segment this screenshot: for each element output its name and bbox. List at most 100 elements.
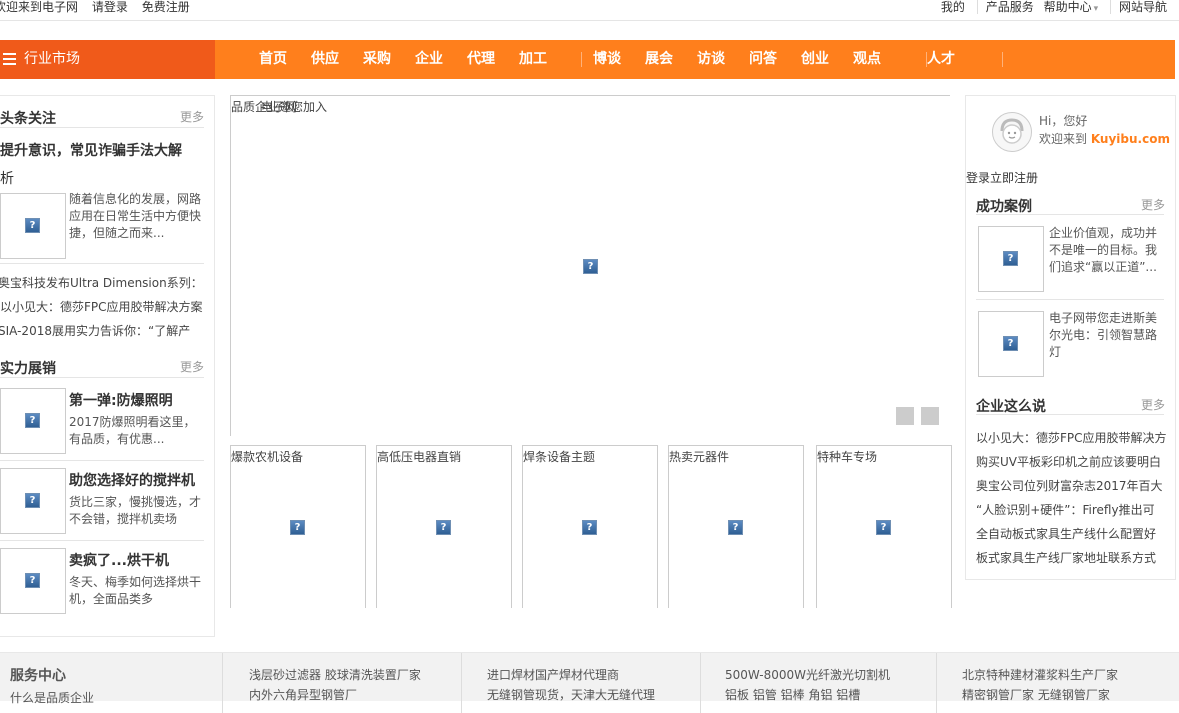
headline-line[interactable]: SIA-2018展用实力告诉你：“了解产 bbox=[0, 322, 190, 339]
welcome-text: 欢迎来到电子网 bbox=[0, 0, 79, 14]
footer-link[interactable]: 精密钢管厂家 无缝钢管厂家 bbox=[962, 685, 1179, 705]
topic-card-title: 高低压电器直销 bbox=[377, 450, 462, 464]
login-link[interactable]: 请登录 bbox=[92, 0, 128, 14]
promo-item-desc: 冬天、梅季如何选择烘干机，全面品类多 bbox=[69, 575, 202, 606]
nav-divider bbox=[1002, 52, 1003, 67]
menu-icon bbox=[3, 53, 16, 65]
topic-card[interactable]: 热卖元器件 ? bbox=[668, 445, 804, 608]
divider bbox=[976, 414, 1164, 415]
products-link[interactable]: 产品服务 bbox=[976, 0, 1034, 14]
headline-more-link[interactable]: 更多 bbox=[180, 108, 204, 125]
chevron-down-icon: ▾ bbox=[1093, 4, 1099, 14]
nav-item-purchase[interactable]: 采购 bbox=[363, 40, 391, 79]
category-menu[interactable]: 行业市场 bbox=[0, 40, 215, 79]
topic-card-title: 特种车专场 bbox=[817, 450, 878, 464]
nav-item-home[interactable]: 首页 bbox=[259, 40, 287, 79]
footer-link[interactable]: 内外六角异型钢管厂 bbox=[249, 685, 487, 705]
talk-line[interactable]: 板式家具生产线厂家地址联系方式 bbox=[976, 549, 1156, 566]
service-title: 服务中心 bbox=[10, 668, 66, 684]
help-label: 帮助中心 bbox=[1043, 0, 1092, 14]
main-nav: 行业市场 首页 供应 采购 企业 代理 加工 博谈 展会 访谈 问答 创业 观点 人才 bbox=[0, 40, 1175, 79]
nav-item-process[interactable]: 加工 bbox=[519, 40, 547, 79]
talk-line[interactable]: 购买UV平板彩印机之前应该要明白 bbox=[976, 453, 1161, 470]
footer-link[interactable]: 500W-8000W光纤激光切割机 bbox=[725, 665, 935, 685]
footer-link[interactable]: 无缝钢管现货，天津大无缝代理 bbox=[487, 685, 725, 705]
nav-item-blog[interactable]: 博谈 bbox=[593, 40, 621, 79]
topic-card[interactable]: 特种车专场 ? bbox=[816, 445, 952, 608]
cases-more-link[interactable]: 更多 bbox=[1141, 196, 1165, 213]
promo-item-title[interactable]: 卖疯了...烘干机 bbox=[69, 550, 169, 570]
topic-card[interactable]: 高低压电器直销 ? bbox=[376, 445, 512, 608]
slider-prev-button[interactable] bbox=[896, 407, 914, 425]
promo-title: 实力展销 bbox=[0, 361, 56, 377]
footer-link[interactable]: 铝板 铝管 铝棒 角铝 铝槽 bbox=[725, 685, 935, 705]
footer-link[interactable]: 浅层砂过滤器 胶球清洗装置厂家 bbox=[249, 665, 487, 685]
footer-link-column: 浅层砂过滤器 胶球清洗装置厂家 内外六角异型钢管厂 bbox=[222, 653, 487, 713]
nav-item-agent[interactable]: 代理 bbox=[467, 40, 495, 79]
help-menu[interactable]: 帮助中心 ▾ bbox=[1044, 0, 1099, 14]
broken-image-icon: ? bbox=[25, 573, 40, 588]
footer-link[interactable]: 北京特种建材灌浆料生产厂家 bbox=[962, 665, 1179, 685]
broken-image-icon: ? bbox=[1003, 336, 1018, 351]
mine-link[interactable]: 我的 bbox=[941, 0, 965, 14]
case-desc[interactable]: 电子网带您走进斯美尔光电：引领智慧路灯 bbox=[1049, 310, 1165, 361]
nav-item-company[interactable]: 企业 bbox=[415, 40, 443, 79]
topic-card[interactable]: 焊条设备主题 ? bbox=[522, 445, 658, 608]
headline-lead-title[interactable]: 提升意识，常见诈骗手法大解 bbox=[0, 140, 182, 160]
nav-divider bbox=[926, 52, 927, 67]
talk-more-link[interactable]: 更多 bbox=[1141, 396, 1165, 413]
broken-image-icon: ? bbox=[25, 218, 40, 233]
promo-item-desc: 货比三家，慢挑慢选，才不会错，搅拌机卖场 bbox=[69, 495, 202, 526]
divider bbox=[0, 540, 204, 541]
talk-title: 企业这么说 bbox=[976, 399, 1046, 415]
footer-link-column: 500W-8000W光纤激光切割机 铝板 铝管 铝棒 角铝 铝槽 bbox=[700, 653, 935, 713]
promo-item-title[interactable]: 助您选择好的搅拌机 bbox=[69, 470, 195, 490]
service-sub-link[interactable]: 什么是品质企业 bbox=[10, 689, 94, 706]
talk-line[interactable]: 全自动板式家具生产线什么配置好 bbox=[976, 525, 1156, 542]
promo-thumbnail[interactable]: ? bbox=[0, 468, 66, 534]
topic-card-title: 热卖元器件 bbox=[669, 450, 730, 464]
promo-thumbnail[interactable]: ? bbox=[0, 548, 66, 614]
broken-image-icon: ? bbox=[25, 493, 40, 508]
divider bbox=[0, 127, 204, 128]
headline-lead-desc: 随着信息化的发展，网路应用在日常生活中方便快捷，但随之而来... bbox=[69, 192, 202, 240]
nav-item-talent[interactable]: 人才 bbox=[927, 40, 955, 79]
nav-item-expo[interactable]: 展会 bbox=[645, 40, 673, 79]
nav-item-opinion[interactable]: 观点 bbox=[853, 40, 881, 79]
promo-thumbnail[interactable]: ? bbox=[0, 388, 66, 454]
broken-image-icon: ? bbox=[1003, 251, 1018, 266]
headline-line[interactable]: 奥宝科技发布Ultra Dimension系列： bbox=[0, 274, 203, 291]
nav-item-interview[interactable]: 访谈 bbox=[697, 40, 725, 79]
register-link[interactable]: 免费注册 bbox=[142, 0, 190, 14]
banner-slider[interactable]: 品质企业邀您加入 电子网 ? bbox=[230, 95, 950, 436]
user-face-icon bbox=[1000, 118, 1024, 144]
divider bbox=[0, 377, 204, 378]
talk-line[interactable]: 奥宝公司位列财富杂志2017年百大 bbox=[976, 477, 1163, 494]
headline-lead-title-cont[interactable]: 析 bbox=[0, 168, 14, 188]
top-bar: 欢迎来到电子网 请登录 免费注册 我的 产品服务 帮助中心 ▾ 网站导航 bbox=[0, 0, 1179, 21]
greeting-text: Hi，您好 bbox=[1039, 114, 1088, 128]
welcome-prefix: 欢迎来到 bbox=[1039, 132, 1088, 146]
topic-card[interactable]: 爆款农机设备 ? bbox=[230, 445, 366, 608]
case-thumbnail[interactable]: ? bbox=[978, 311, 1044, 377]
promo-item-title[interactable]: 第一弹:防爆照明 bbox=[69, 390, 173, 410]
talk-line[interactable]: 以小见大：德莎FPC应用胶带解决方 bbox=[976, 429, 1167, 446]
site-nav-link[interactable]: 网站导航 bbox=[1109, 0, 1167, 14]
top-bar-right: 我的 产品服务 帮助中心 ▾ 网站导航 bbox=[941, 0, 1167, 15]
headline-line[interactable]: 以小见大：德莎FPC应用胶带解决方案 bbox=[0, 298, 203, 315]
broken-image-icon: ? bbox=[583, 259, 598, 274]
talk-line[interactable]: “人脸识别+硬件”：Firefly推出可 bbox=[976, 501, 1155, 518]
nav-item-startup[interactable]: 创业 bbox=[801, 40, 829, 79]
nav-item-qa[interactable]: 问答 bbox=[749, 40, 777, 79]
promo-more-link[interactable]: 更多 bbox=[180, 358, 204, 375]
login-register-link[interactable]: 登录立即注册 bbox=[966, 169, 1038, 186]
footer-link-column: 北京特种建材灌浆料生产厂家 精密钢管厂家 无缝钢管厂家 bbox=[936, 653, 1179, 713]
footer-link[interactable]: 进口焊材国产焊材代理商 bbox=[487, 665, 725, 685]
slider-next-button[interactable] bbox=[921, 407, 939, 425]
topic-card-title: 焊条设备主题 bbox=[523, 450, 596, 464]
case-desc[interactable]: 企业价值观，成功并不是唯一的目标。我们追求“赢以正道”... bbox=[1049, 225, 1165, 276]
case-thumbnail[interactable]: ? bbox=[978, 226, 1044, 292]
nav-item-supply[interactable]: 供应 bbox=[311, 40, 339, 79]
headline-thumbnail[interactable]: ? bbox=[0, 193, 66, 259]
footer-link-column: 进口焊材国产焊材代理商 无缝钢管现货，天津大无缝代理 bbox=[461, 653, 725, 713]
